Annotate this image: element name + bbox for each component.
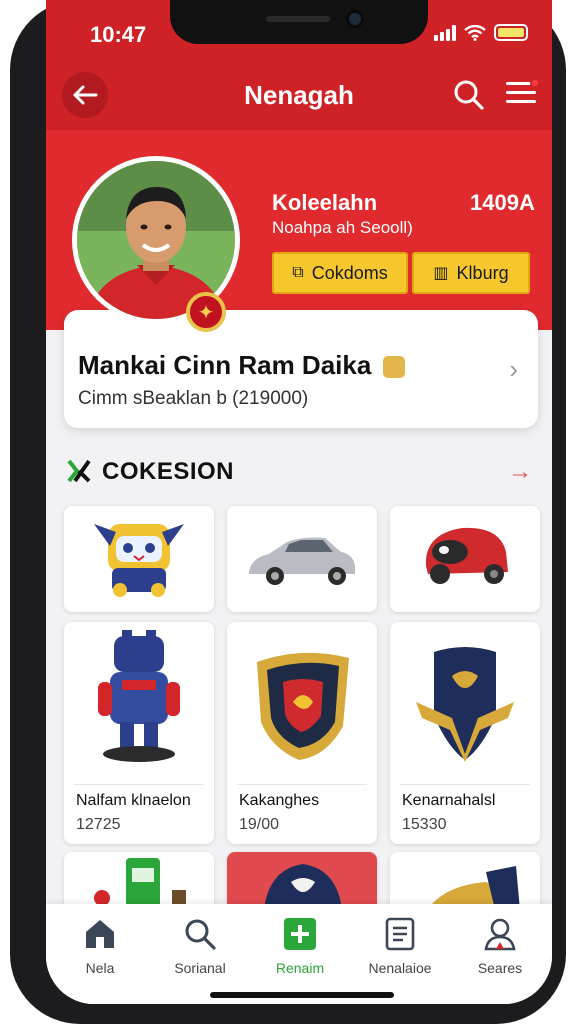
item-value: 15330 bbox=[402, 816, 447, 833]
shield-crest-image bbox=[257, 652, 349, 760]
collection-card[interactable] bbox=[64, 506, 214, 612]
collection-card[interactable]: Nalfam klnaelon 12725 bbox=[64, 622, 214, 844]
item-value: 12725 bbox=[76, 816, 121, 833]
collections-button-label: Cokdoms bbox=[311, 262, 388, 283]
card-divider bbox=[74, 784, 204, 785]
robot-figure-image bbox=[94, 524, 184, 597]
profile-count: 1409A bbox=[470, 190, 535, 215]
tag-icon: ⧉ bbox=[292, 264, 304, 281]
arrow-right-icon[interactable]: → bbox=[508, 458, 532, 486]
user-icon bbox=[484, 918, 516, 951]
app-screen: 10:47 Nenagah ✦ Koleelahn Noahpa ah Seoo… bbox=[46, 0, 552, 1004]
search-icon bbox=[454, 80, 484, 110]
tab-home-glyph bbox=[82, 916, 118, 952]
figure-toy-image bbox=[98, 630, 180, 762]
collection-card[interactable]: Kakanghes 19/00 bbox=[227, 622, 377, 844]
album-button[interactable]: ▥ Klburg bbox=[412, 252, 530, 294]
info-card[interactable]: Mankai Cinn Ram Daika Cimm sBeaklan b (2… bbox=[64, 310, 538, 428]
signal-icon bbox=[434, 24, 456, 41]
tab-label: Nenalaioe bbox=[368, 960, 432, 976]
status-icons bbox=[434, 24, 528, 41]
item-name: Nalfam klnaelon bbox=[76, 792, 191, 809]
car-model-image bbox=[249, 537, 355, 585]
collection-card[interactable]: Kenarnahalsl 15330 bbox=[390, 622, 540, 844]
tab-list-glyph bbox=[382, 916, 418, 952]
item-name: Kakanghes bbox=[239, 792, 320, 809]
info-card-title-text: Mankai Cinn Ram Daika bbox=[78, 350, 372, 380]
menu-line bbox=[506, 91, 536, 94]
search-button[interactable] bbox=[452, 78, 486, 112]
tab-search-glyph bbox=[182, 916, 218, 952]
info-card-title: Mankai Cinn Ram Daika bbox=[78, 350, 405, 381]
home-indicator[interactable] bbox=[210, 992, 394, 998]
tab-add-glyph bbox=[282, 916, 318, 952]
item-value: 19/00 bbox=[239, 816, 280, 833]
speaker-grille bbox=[266, 16, 330, 22]
plus-icon bbox=[284, 918, 316, 950]
collection-card[interactable] bbox=[390, 506, 540, 612]
collections-button[interactable]: ⧉ Cokdoms bbox=[272, 252, 408, 294]
search-icon bbox=[185, 919, 216, 950]
collection-logo-icon bbox=[67, 459, 91, 483]
tab-profile-glyph bbox=[482, 916, 518, 952]
tab-add[interactable]: Renaim bbox=[250, 916, 350, 976]
book-icon: ▥ bbox=[433, 265, 449, 282]
front-camera bbox=[346, 10, 364, 28]
tab-label: Renaim bbox=[275, 960, 325, 976]
device-notch bbox=[170, 0, 428, 44]
tab-label: Sorianal bbox=[174, 960, 226, 976]
card-divider bbox=[400, 784, 530, 785]
home-icon bbox=[86, 920, 114, 948]
phone-frame: 10:47 Nenagah ✦ Koleelahn Noahpa ah Seoo… bbox=[10, 0, 566, 1024]
tab-search[interactable]: Sorianal bbox=[150, 916, 250, 976]
emoji-face-icon bbox=[382, 356, 405, 379]
tab-profile[interactable]: Seares bbox=[450, 916, 550, 976]
battery-icon bbox=[494, 24, 528, 41]
section-title: COKESION bbox=[102, 458, 235, 485]
profile-subtitle: Noahpa ah Seooll) bbox=[272, 218, 413, 237]
album-button-label: Klburg bbox=[456, 262, 509, 283]
document-list-icon bbox=[385, 917, 415, 951]
chevron-right-icon: › bbox=[509, 354, 518, 384]
bottom-navigation: Nela Sorianal Renaim Nenalaioe Seares bbox=[46, 904, 552, 1004]
tab-label: Nela bbox=[85, 960, 115, 976]
tab-home[interactable]: Nela bbox=[50, 916, 150, 976]
card-divider bbox=[237, 784, 367, 785]
collection-card[interactable] bbox=[227, 506, 377, 612]
status-time: 10:47 bbox=[90, 22, 147, 47]
team-badge-icon: ✦ bbox=[186, 292, 226, 332]
wifi-icon bbox=[464, 24, 486, 41]
tab-list[interactable]: Nenalaioe bbox=[350, 916, 450, 976]
profile-name: Koleelahn bbox=[272, 190, 378, 215]
tab-label: Seares bbox=[477, 960, 523, 976]
item-name: Kenarnahalsl bbox=[402, 792, 496, 809]
info-card-subtitle: Cimm sBeaklan b (219000) bbox=[78, 388, 309, 409]
menu-line bbox=[506, 100, 536, 103]
armor-shield-image bbox=[416, 647, 514, 762]
red-vehicle-toy-image bbox=[425, 527, 508, 584]
menu-button[interactable] bbox=[506, 78, 540, 110]
notification-dot bbox=[530, 78, 540, 88]
